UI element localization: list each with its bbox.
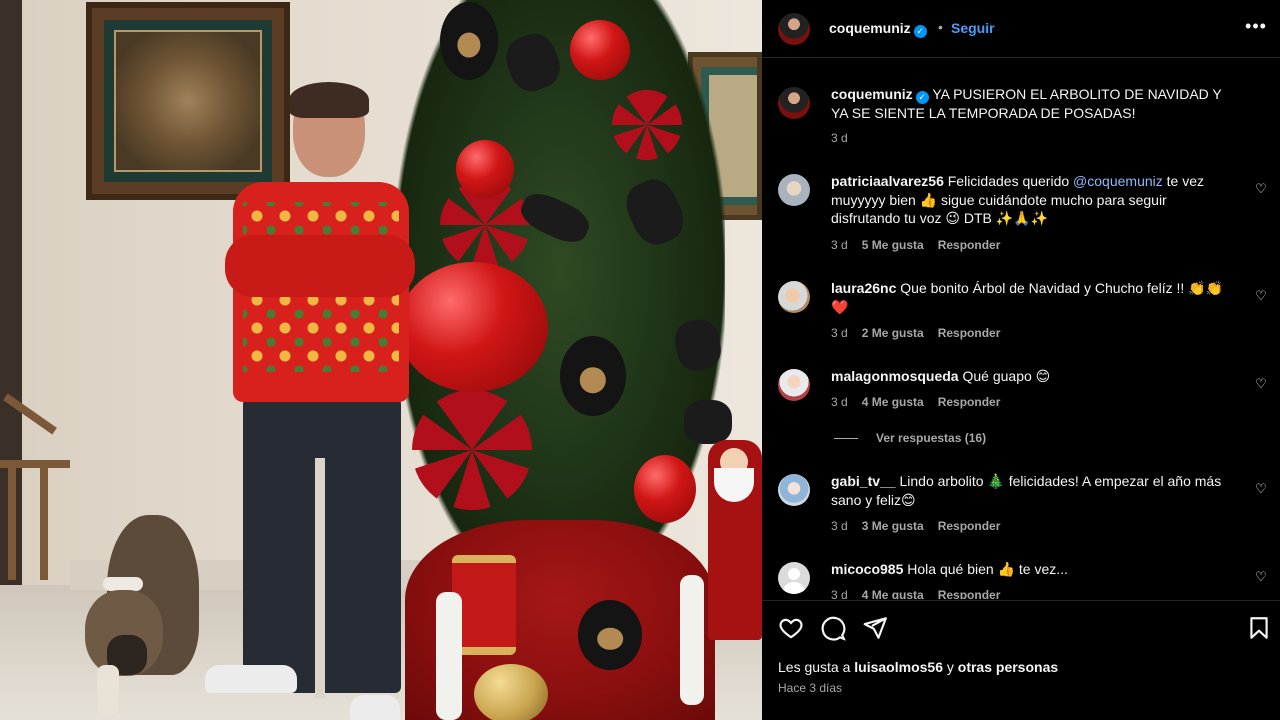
comment-username[interactable]: laura26nc [831, 280, 896, 296]
comment-likes[interactable]: 2 Me gusta [862, 326, 924, 340]
more-options-icon[interactable]: ••• [1244, 17, 1268, 41]
reply-button[interactable]: Responder [938, 395, 1001, 409]
view-replies-button[interactable]: Ver respuestas (16) [834, 431, 986, 445]
staircase [0, 393, 76, 580]
commenter-avatar[interactable] [778, 562, 810, 594]
santa-figure [708, 440, 762, 640]
post-photo[interactable] [0, 0, 762, 720]
teddy-bear [578, 600, 642, 670]
comment-item: laura26nc Que bonito Árbol de Navidad y … [778, 279, 1268, 343]
comment-likes[interactable]: 5 Me gusta [862, 238, 924, 252]
comment-mention[interactable]: @coquemuniz [1073, 173, 1163, 189]
comment-like-heart-icon[interactable]: ♡ [1254, 482, 1268, 496]
likes-prefix: Les gusta a [778, 659, 855, 675]
comment-username[interactable]: malagonmosqueda [831, 368, 959, 384]
verified-badge-icon: ✓ [915, 91, 929, 104]
comment-likes[interactable]: 4 Me gusta [862, 395, 924, 409]
reply-button[interactable]: Responder [938, 588, 1001, 599]
comment-username[interactable]: patriciaalvarez56 [831, 173, 944, 189]
comment-like-heart-icon[interactable]: ♡ [1254, 182, 1268, 196]
ornament [398, 262, 548, 392]
share-icon[interactable] [862, 615, 888, 641]
caption-time: 3 d [831, 131, 848, 145]
owner-avatar[interactable] [778, 13, 810, 45]
commenter-avatar[interactable] [778, 174, 810, 206]
teddy-bear [440, 2, 498, 80]
follow-button[interactable]: Seguir [951, 20, 995, 36]
ornament [634, 455, 696, 523]
comment-item: malagonmosqueda Qué guapo 😊 3 d 4 Me gust… [778, 367, 1268, 415]
comment-username[interactable]: micoco985 [831, 561, 903, 577]
comment-likes[interactable]: 3 Me gusta [862, 519, 924, 533]
post-timestamp: Hace 3 días [778, 681, 843, 695]
comment-item: gabi_tv__ Lindo arbolito 🎄 felicidades! … [778, 472, 1268, 536]
nutcracker [436, 592, 462, 720]
comment-item: patriciaalvarez56 Felicidades querido @c… [778, 172, 1268, 254]
poinsettia [612, 90, 682, 160]
bulldog [85, 515, 203, 715]
comment-time: 3 d [831, 238, 848, 252]
reply-button[interactable]: Responder [938, 519, 1001, 533]
comment-likes[interactable]: 4 Me gusta [862, 588, 924, 599]
bookmark-icon[interactable] [1246, 615, 1272, 641]
comment-item: micoco985 Hola qué bien 👍 te vez... 3 d 4… [778, 560, 1268, 599]
owner-avatar[interactable] [778, 87, 810, 119]
nutcracker [680, 575, 704, 705]
comment-icon[interactable] [820, 615, 846, 641]
commenter-avatar[interactable] [778, 369, 810, 401]
comment-time: 3 d [831, 588, 848, 599]
commenter-avatar[interactable] [778, 281, 810, 313]
ribbon [684, 400, 732, 444]
likes-user[interactable]: luisaolmos56 [854, 659, 943, 675]
verified-badge-icon: ✓ [913, 25, 927, 38]
comment-like-heart-icon[interactable]: ♡ [1254, 570, 1268, 584]
comment-username[interactable]: gabi_tv__ [831, 473, 896, 489]
caption-username[interactable]: coquemuniz [831, 86, 913, 102]
commenter-avatar[interactable] [778, 474, 810, 506]
poinsettia [412, 390, 532, 510]
man-in-sweater [205, 80, 415, 720]
comment-text: Qué guapo 😊 [962, 368, 1051, 384]
heart-icon[interactable] [778, 615, 804, 641]
likes-others[interactable]: otras personas [958, 659, 1058, 675]
reply-button[interactable]: Responder [938, 238, 1001, 252]
post-actions: Les gusta a luisaolmos56 y otras persona… [762, 600, 1280, 720]
comment-like-heart-icon[interactable]: ♡ [1254, 377, 1268, 391]
comment-time: 3 d [831, 519, 848, 533]
post-caption: coquemuniz ✓ YA PUSIERON EL ARBOLITO DE N… [778, 85, 1268, 155]
likes-mid: y [942, 659, 958, 675]
post-side-panel: coquemuniz ✓ • Seguir ••• coquemuniz ✓ YA … [762, 0, 1280, 720]
teddy-bear [560, 336, 626, 416]
owner-username-wrap[interactable]: coquemuniz ✓ [829, 20, 927, 38]
comment-text: Felicidades querido [947, 173, 1074, 189]
comment-like-heart-icon[interactable]: ♡ [1254, 289, 1268, 303]
jingle-bell [474, 664, 548, 720]
comments-list[interactable]: coquemuniz ✓ YA PUSIERON EL ARBOLITO DE N… [762, 59, 1280, 599]
owner-username[interactable]: coquemuniz [829, 20, 911, 36]
post-header: coquemuniz ✓ • Seguir ••• [762, 0, 1280, 58]
comment-text: Hola qué bien 👍 te vez... [907, 561, 1068, 577]
likes-summary[interactable]: Les gusta a luisaolmos56 y otras persona… [778, 659, 1058, 675]
reply-button[interactable]: Responder [938, 326, 1001, 340]
ornament [456, 140, 514, 198]
comment-time: 3 d [831, 395, 848, 409]
ornament [570, 20, 630, 80]
separator-dot: • [938, 19, 943, 35]
comment-time: 3 d [831, 326, 848, 340]
